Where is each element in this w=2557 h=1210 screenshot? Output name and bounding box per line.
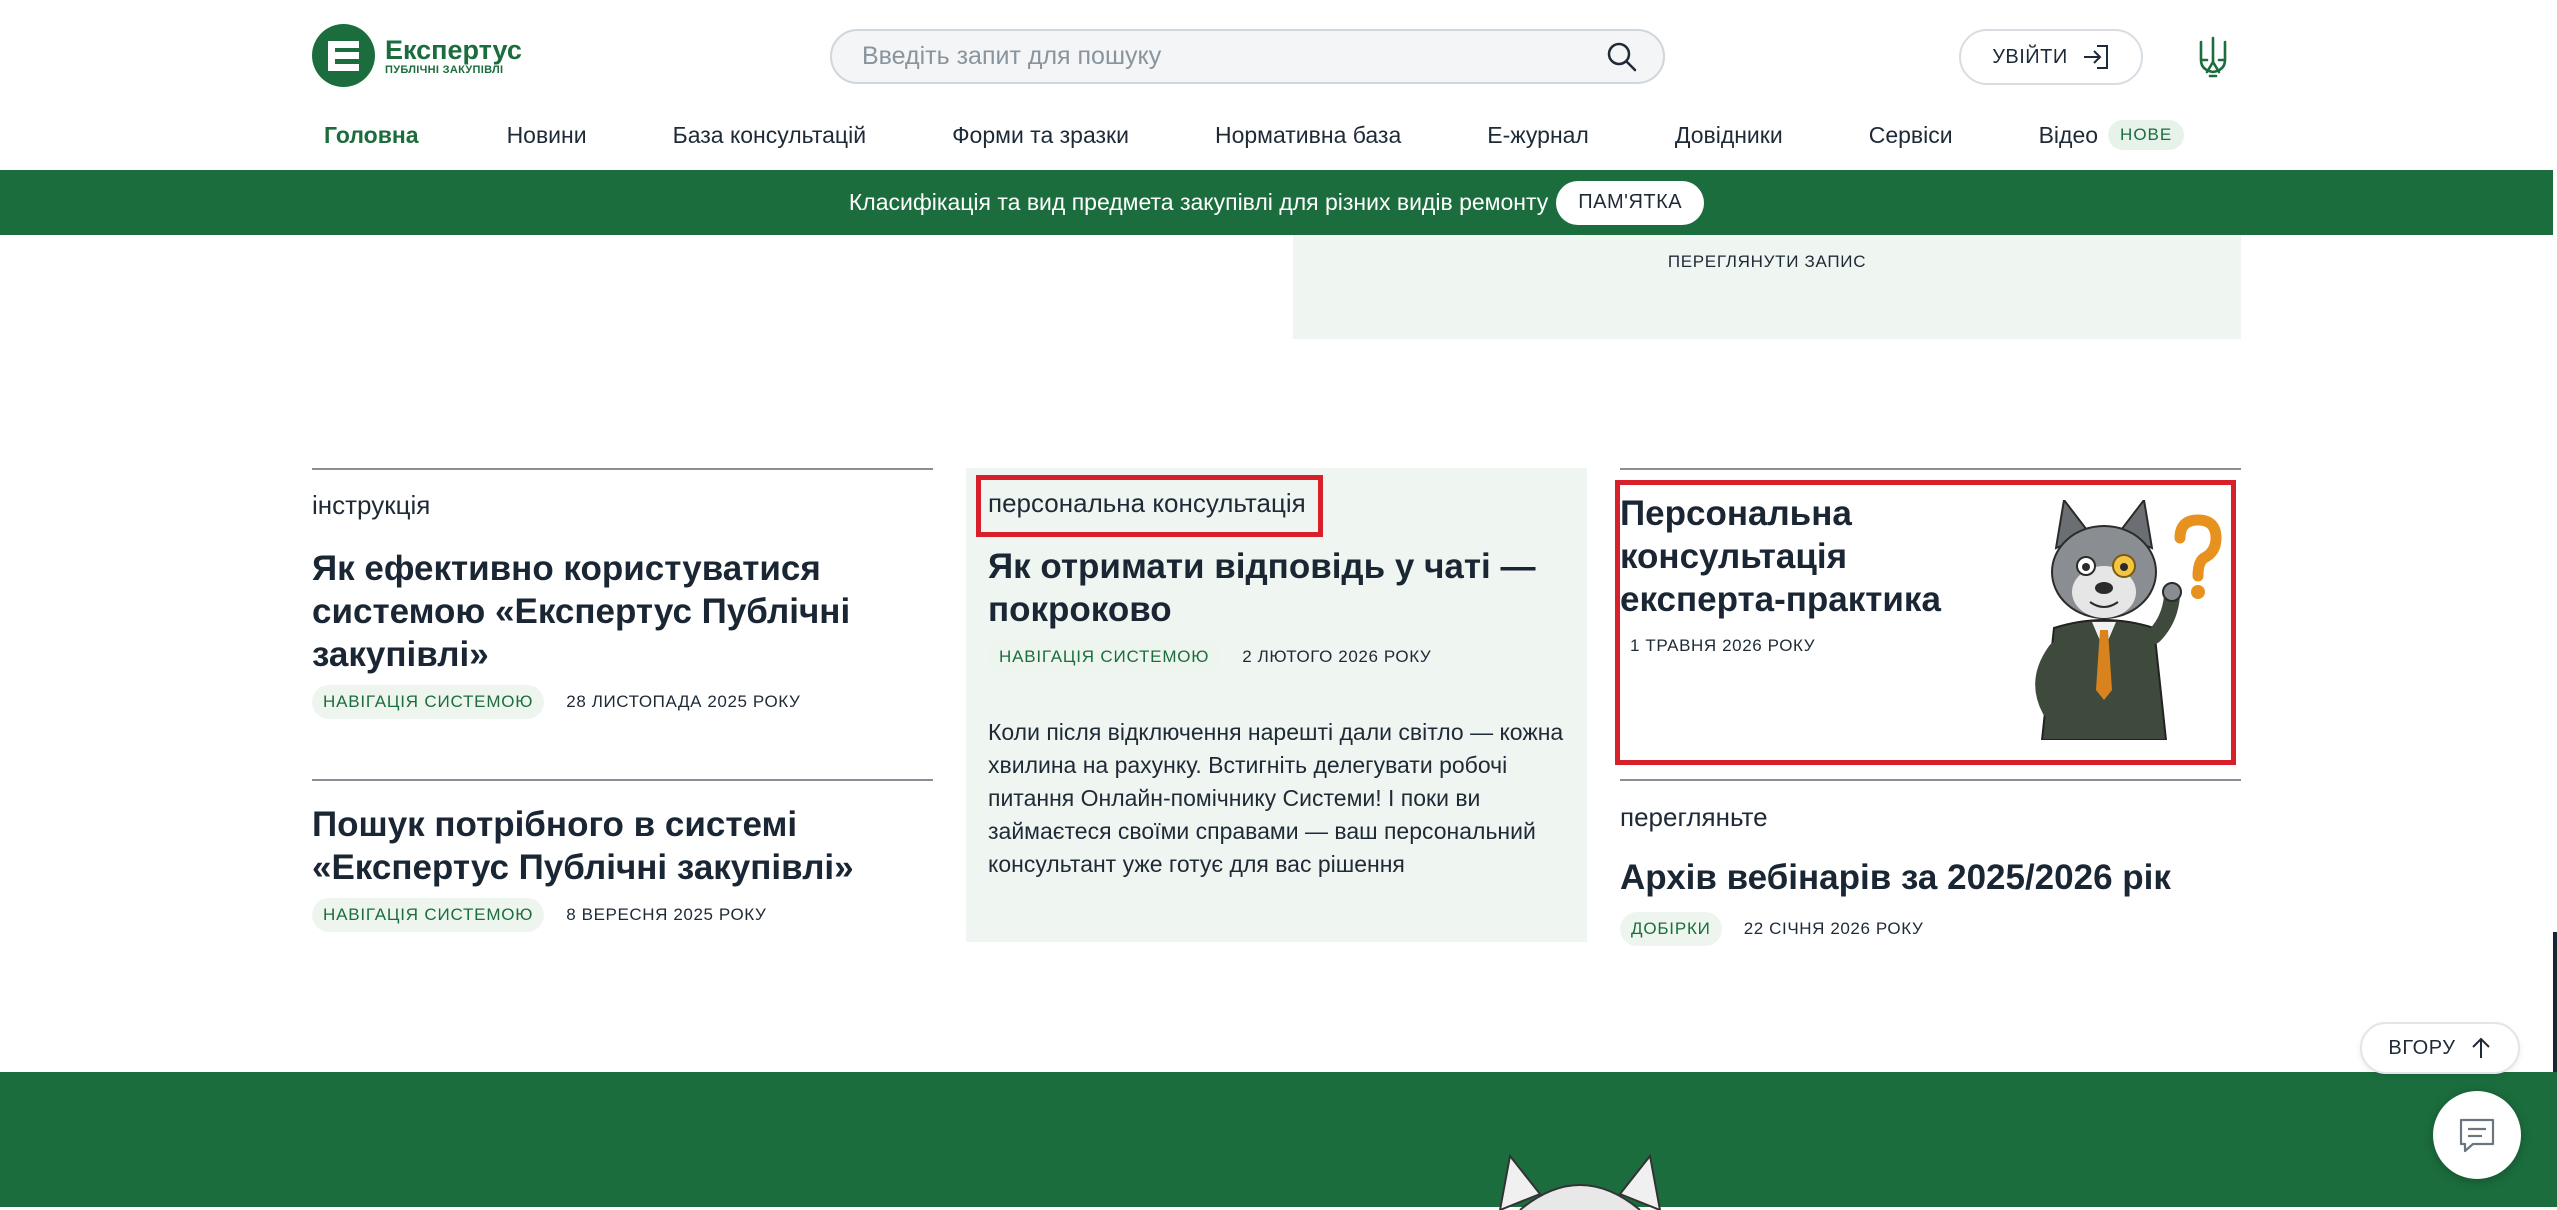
- site-header: Експертус ПУБЛІЧНІ ЗАКУПІВЛІ УВІЙТИ Голо…: [0, 0, 2557, 170]
- chat-icon: [2459, 1118, 2495, 1153]
- logo-subtitle: ПУБЛІЧНІ ЗАКУПІВЛІ: [385, 63, 504, 76]
- article-excerpt: Коли після відключення нарешті дали світ…: [988, 719, 1564, 877]
- main-nav: Головна Новини База консультацій Форми т…: [324, 118, 2185, 152]
- category-badge[interactable]: НАВІГАЦІЯ СИСТЕМОЮ: [312, 898, 545, 932]
- nav-item-services[interactable]: Сервіси: [1869, 122, 1953, 149]
- category-badge[interactable]: ДОБІРКИ: [1620, 912, 1722, 946]
- nav-item-consultations[interactable]: База консультацій: [673, 122, 866, 149]
- article-date: 22 СІЧНЯ 2026 РОКУ: [1743, 919, 1924, 938]
- promo-text: Класифікація та вид предмета закупівлі д…: [848, 189, 1549, 215]
- logo-name: Експертус: [385, 34, 522, 65]
- category-badge[interactable]: НАВІГАЦІЯ СИСТЕМОЮ: [312, 685, 545, 719]
- article-title[interactable]: Як отримати відповідь у чаті — покроково: [988, 545, 1568, 631]
- search-input[interactable]: [860, 41, 1605, 72]
- category-badge[interactable]: НАВІГАЦІЯ СИСТЕМОЮ: [988, 640, 1221, 674]
- wolf-mascot-image: [2035, 500, 2222, 740]
- article-date: 2 ЛЮТОГО 2026 РОКУ: [1242, 647, 1432, 666]
- login-button[interactable]: УВІЙТИ: [1959, 29, 2143, 85]
- article-tag: персональна консультація: [988, 488, 1306, 518]
- scrollbar-thumb[interactable]: [2553, 932, 2557, 1072]
- article-tag: перегляньте: [1620, 802, 1768, 832]
- login-label: УВІЙТИ: [1992, 45, 2068, 68]
- divider: [312, 468, 933, 470]
- memo-button[interactable]: ПАМ'ЯТКА: [1556, 180, 1705, 225]
- chat-button[interactable]: [2433, 1091, 2521, 1179]
- previous-card: ПЕРЕГЛЯНУТИ ЗАПИС: [1293, 235, 2241, 339]
- sign-in-icon: [2083, 45, 2108, 69]
- article-tag: інструкція: [312, 490, 431, 520]
- nav-item-home[interactable]: Головна: [324, 122, 419, 149]
- view-record-link[interactable]: ПЕРЕГЛЯНУТИ ЗАПИС: [1293, 252, 2241, 272]
- wolf-footer-image: [1498, 1153, 1662, 1210]
- nav-item-video[interactable]: Відео: [2039, 122, 2098, 149]
- footer-section: [0, 1072, 2557, 1210]
- trident-icon: [2199, 36, 2227, 78]
- divider: [1620, 468, 2241, 470]
- back-to-top-button[interactable]: ВГОРУ: [2360, 1022, 2520, 1074]
- nav-item-news[interactable]: Новини: [507, 122, 587, 149]
- divider: [1620, 779, 2241, 781]
- article-title[interactable]: Архів вебінарів за 2025/2026 рік: [1620, 856, 2240, 899]
- divider: [312, 779, 933, 781]
- nav-item-forms[interactable]: Форми та зразки: [952, 122, 1129, 149]
- nav-item-regulations[interactable]: Нормативна база: [1215, 122, 1401, 149]
- logo-icon: [312, 24, 375, 87]
- arrow-up-icon: [2471, 1037, 2490, 1058]
- search-icon[interactable]: [1605, 40, 1639, 74]
- article-date: 1 ТРАВНЯ 2026 РОКУ: [1630, 636, 1816, 655]
- article-date: 28 ЛИСТОПАДА 2025 РОКУ: [566, 692, 801, 711]
- nav-item-ejournal[interactable]: Е-журнал: [1487, 122, 1589, 149]
- article-title[interactable]: Як ефективно користуватися системою «Екс…: [312, 547, 912, 676]
- article-title[interactable]: Пошук потрібного в системі «Експертус Пу…: [312, 803, 912, 889]
- search-bar: [830, 29, 1665, 84]
- site-logo[interactable]: Експертус ПУБЛІЧНІ ЗАКУПІВЛІ: [312, 24, 522, 87]
- nav-item-reference[interactable]: Довідники: [1675, 122, 1783, 149]
- promo-banner: Класифікація та вид предмета закупівлі д…: [0, 170, 2553, 235]
- article-date: 8 ВЕРЕСНЯ 2025 РОКУ: [566, 905, 767, 924]
- back-to-top-label: ВГОРУ: [2388, 1036, 2456, 1059]
- article-title[interactable]: Персональна консультація експерта-практи…: [1620, 492, 1960, 621]
- new-badge: НОВЕ: [2108, 120, 2185, 150]
